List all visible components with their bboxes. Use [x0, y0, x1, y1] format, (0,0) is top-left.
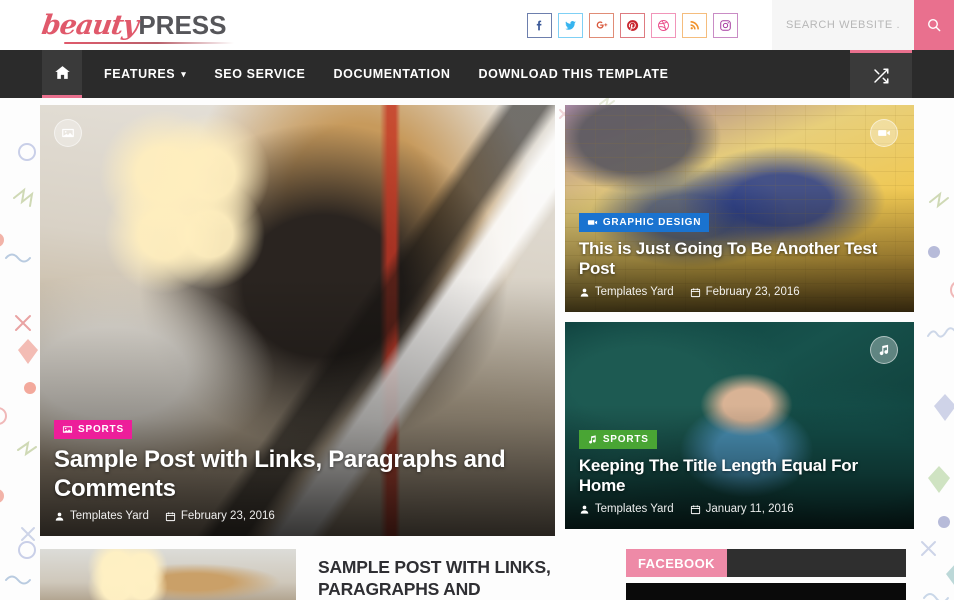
post-category-label: SPORTS: [78, 424, 124, 436]
site-header: beauty PRESS: [0, 0, 954, 50]
user-icon: [55, 512, 64, 521]
pinterest-icon[interactable]: [620, 12, 645, 38]
nav-item-download-this-template[interactable]: DOWNLOAD THIS TEMPLATE: [465, 50, 683, 98]
latest-post-row[interactable]: SAMPLE POST WITH LINKS, PARAGRAPHS AND: [40, 549, 616, 600]
music-icon: [588, 435, 596, 444]
sidebar-widgets: FACEBOOK: [626, 549, 906, 600]
post-author-name: Templates Yard: [594, 503, 674, 515]
post-date: January 11, 2016: [690, 503, 794, 515]
chevron-down-icon: ▾: [181, 68, 187, 79]
nav-item-label: DOCUMENTATION: [333, 67, 451, 81]
post-author-name: Templates Yard: [70, 510, 149, 522]
google-plus-icon[interactable]: [589, 12, 614, 38]
featured-posts-grid: SPORTS Sample Post with Links, Paragraph…: [0, 98, 954, 536]
post-meta: Templates Yard February 23, 2016: [54, 510, 541, 522]
post-thumbnail[interactable]: [40, 549, 296, 600]
home-icon: [54, 66, 70, 79]
nav-item-documentation[interactable]: DOCUMENTATION: [320, 50, 465, 98]
search-input[interactable]: [772, 0, 914, 50]
calendar-icon: [690, 287, 700, 297]
post-date-text: February 23, 2016: [180, 510, 275, 522]
featured-main-column: SPORTS Sample Post with Links, Paragraph…: [40, 105, 555, 536]
post-author: Templates Yard: [54, 510, 149, 522]
post-category-label: SPORTS: [602, 433, 649, 445]
image-icon: [62, 426, 73, 434]
nav-items: FEATURES ▾ SEO SERVICE DOCUMENTATION DOW…: [90, 50, 683, 98]
logo-underline: [64, 41, 234, 44]
search-button[interactable]: [914, 0, 954, 50]
featured-side-column: GRAPHIC DESIGN This is Just Going To Be …: [564, 105, 914, 536]
post-title[interactable]: Keeping The Title Length Equal For Home: [579, 456, 900, 496]
featured-post-side-2[interactable]: SPORTS Keeping The Title Length Equal Fo…: [564, 322, 914, 529]
dribbble-icon[interactable]: [651, 12, 676, 38]
post-category-badge[interactable]: GRAPHIC DESIGN: [578, 212, 710, 232]
post-body: GRAPHIC DESIGN This is Just Going To Be …: [565, 212, 914, 312]
widget-title: FACEBOOK: [626, 549, 727, 577]
post-date: February 23, 2016: [165, 510, 275, 522]
featured-post-main[interactable]: SPORTS Sample Post with Links, Paragraph…: [40, 105, 555, 536]
post-meta: Templates Yard January 11, 2016: [579, 503, 900, 515]
facebook-widget-header: FACEBOOK: [626, 549, 906, 577]
user-icon: [580, 288, 589, 297]
latest-post-title[interactable]: SAMPLE POST WITH LINKS, PARAGRAPHS AND: [318, 549, 616, 600]
page-root: beauty PRESS SEARCH WEBSITE ... FEATURES…: [0, 0, 954, 600]
post-author: Templates Yard: [579, 503, 674, 515]
widget-header-bar: [726, 549, 906, 577]
search-form: [772, 0, 954, 50]
twitter-icon[interactable]: [558, 12, 583, 38]
nav-random-post-button[interactable]: [850, 50, 912, 98]
main-navigation: FEATURES ▾ SEO SERVICE DOCUMENTATION DOW…: [0, 50, 954, 98]
post-date-text: January 11, 2016: [705, 503, 794, 515]
nav-home-button[interactable]: [42, 50, 82, 98]
post-format-video-icon: [870, 119, 898, 147]
post-category-badge[interactable]: SPORTS: [578, 429, 657, 449]
post-author: Templates Yard: [579, 286, 674, 298]
nav-item-seo-service[interactable]: SEO SERVICE: [200, 50, 319, 98]
content-below-fold: SAMPLE POST WITH LINKS, PARAGRAPHS AND F…: [0, 536, 954, 600]
nav-item-label: FEATURES: [104, 67, 176, 81]
calendar-icon: [690, 504, 700, 514]
post-format-image-icon: [54, 119, 82, 147]
post-author-name: Templates Yard: [594, 286, 674, 298]
nav-item-label: SEO SERVICE: [214, 67, 306, 81]
post-date-text: February 23, 2016: [705, 286, 800, 298]
site-logo[interactable]: beauty PRESS: [39, 9, 234, 44]
post-title[interactable]: Sample Post with Links, Paragraphs and C…: [54, 446, 541, 503]
post-title[interactable]: This is Just Going To Be Another Test Po…: [579, 239, 900, 279]
logo-bold-text: PRESS: [138, 9, 227, 40]
post-date: February 23, 2016: [690, 286, 800, 298]
facebook-icon[interactable]: [527, 12, 552, 38]
logo-script-text: beauty: [39, 9, 140, 41]
social-links: [527, 12, 738, 38]
calendar-icon: [165, 511, 175, 521]
rss-icon[interactable]: [682, 12, 707, 38]
widget-content-area: [626, 583, 906, 600]
post-category-label: GRAPHIC DESIGN: [602, 216, 702, 228]
instagram-icon[interactable]: [713, 12, 738, 38]
post-meta: Templates Yard February 23, 2016: [579, 286, 900, 298]
video-icon: [587, 220, 597, 225]
nav-item-features[interactable]: FEATURES ▾: [90, 50, 200, 98]
featured-post-side-1[interactable]: GRAPHIC DESIGN This is Just Going To Be …: [564, 105, 914, 312]
shuffle-icon: [874, 68, 889, 83]
post-format-music-icon: [870, 336, 898, 364]
post-body: SPORTS Keeping The Title Length Equal Fo…: [565, 429, 914, 529]
nav-item-label: DOWNLOAD THIS TEMPLATE: [478, 67, 669, 81]
post-category-badge[interactable]: SPORTS: [54, 420, 132, 440]
header-right-group: [527, 0, 954, 50]
post-body: SPORTS Sample Post with Links, Paragraph…: [40, 420, 555, 536]
user-icon: [580, 505, 589, 514]
